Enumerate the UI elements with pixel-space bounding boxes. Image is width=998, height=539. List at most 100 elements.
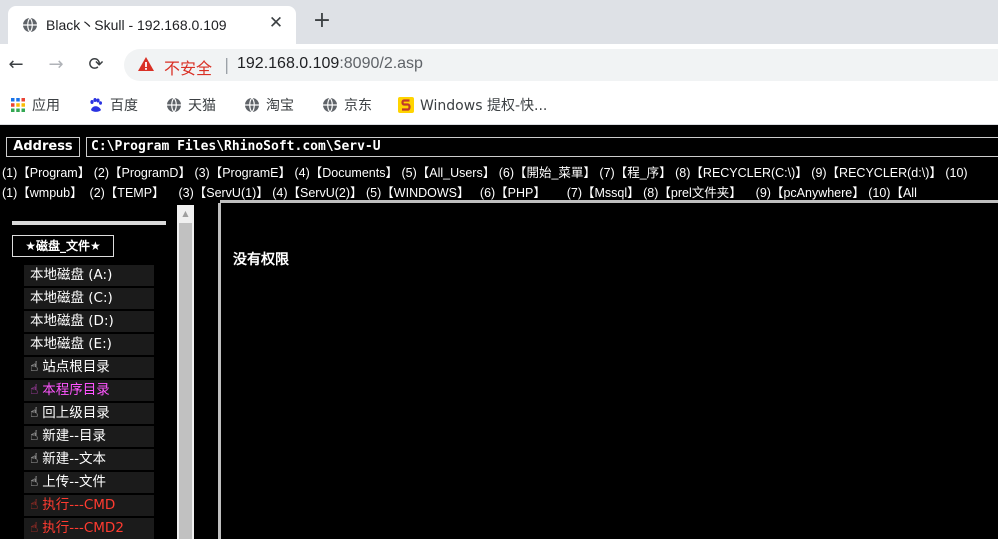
folder-link-programd[interactable]: (2)【ProgramD】 <box>94 166 191 180</box>
warning-triangle-icon[interactable] <box>137 55 155 73</box>
menu-item-label: 回上级目录 <box>42 405 110 421</box>
bookmark-label: 应用 <box>32 98 60 114</box>
divider <box>12 221 166 225</box>
menu-item-label: 本程序目录 <box>42 382 110 398</box>
folder-link-temp[interactable]: (2)【TEMP】 <box>90 186 165 200</box>
bookmark-apps[interactable]: 应用 <box>10 95 60 115</box>
folder-link-all[interactable]: (10)【All <box>868 186 917 200</box>
bookmarks-bar: 应用 百度 天猫 淘宝 京东 Windows 提权-快... <box>0 86 998 125</box>
globe-icon <box>323 97 337 113</box>
omnibox[interactable]: 不安全 | 192.168.0.109:8090/2.asp <box>124 49 998 81</box>
bookmark-windows[interactable]: Windows 提权-快... <box>398 95 547 115</box>
folder-link-prel[interactable]: (8)【prel文件夹】 <box>643 186 742 200</box>
menu-item[interactable]: ☝ 回上级目录 <box>24 403 154 424</box>
left-panel: ★磁盘_文件★ 本地磁盘 (A:) 本地磁盘 (C:) 本地磁盘 (D:) 本地磁盘 … <box>0 205 200 539</box>
menu-item[interactable]: ☝ 执行---CMD2 <box>24 518 154 539</box>
folder-link-recycler-c[interactable]: (8)【RECYCLER(C:\)】 <box>675 166 808 180</box>
bookmark-jd[interactable]: 京东 <box>322 95 372 115</box>
globe-icon <box>245 97 259 113</box>
apps-grid-icon <box>11 98 25 112</box>
folder-link-all-users[interactable]: (5)【All_Users】 <box>401 166 495 180</box>
bookmark-baidu[interactable]: 百度 <box>88 95 138 115</box>
menu-item[interactable]: 本地磁盘 (A:) <box>24 265 154 286</box>
scroll-up-icon[interactable]: ▲ <box>177 205 194 222</box>
close-tab-icon[interactable]: ✕ <box>266 13 286 33</box>
tab-strip: Black丶Skull - 192.168.0.109 ✕ + <box>0 0 998 44</box>
folder-link-windows[interactable]: (5)【WINDOWS】 <box>366 186 469 200</box>
omnibox-separator: | <box>224 55 230 74</box>
menu-item[interactable]: ☝ 站点根目录 <box>24 357 154 378</box>
folder-link-programs[interactable]: (7)【程_序】 <box>599 166 671 180</box>
url-host: 192.168.0.109 <box>237 55 340 72</box>
menu-item-label: 新建--目录 <box>42 428 106 444</box>
menu-item[interactable]: ☝ 上传--文件 <box>24 472 154 493</box>
folder-link-pcanywhere[interactable]: (9)【pcAnywhere】 <box>756 186 865 200</box>
not-secure-label[interactable]: 不安全 <box>164 55 212 79</box>
menu-item-label: 本地磁盘 (A:) <box>30 267 113 283</box>
folder-link-documents[interactable]: (4)【Documents】 <box>294 166 398 180</box>
bookmark-label: 百度 <box>110 98 138 114</box>
browser-tab[interactable]: Black丶Skull - 192.168.0.109 ✕ <box>8 6 296 44</box>
folder-link-wmpub[interactable]: (1)【wmpub】 <box>2 186 83 200</box>
menu-item[interactable]: ☝ 执行---CMD <box>24 495 154 516</box>
pointing-hand-icon: ☝ <box>30 382 39 398</box>
windows-s-icon <box>398 97 414 113</box>
tab-title: Black丶Skull - 192.168.0.109 <box>46 17 227 33</box>
toolbar: ← → ⟳ 不安全 | 192.168.0.109:8090/2.asp <box>0 44 998 86</box>
pointing-hand-icon: ☝ <box>30 474 39 490</box>
menu-item-label: 本地磁盘 (E:) <box>30 336 112 352</box>
address-input[interactable]: C:\Program Files\RhinoSoft.com\Serv-U <box>86 137 998 157</box>
quick-folder-row-1: (1)【Program】 (2)【ProgramD】 (3)【ProgramE】… <box>2 162 968 180</box>
disk-files-header: ★磁盘_文件★ <box>12 235 114 257</box>
menu-item-label: 上传--文件 <box>42 474 106 490</box>
menu-item-label: 本地磁盘 (D:) <box>30 313 114 329</box>
menu-item-label: 执行---CMD <box>42 497 116 513</box>
pointing-hand-icon: ☝ <box>30 405 39 421</box>
forward-button[interactable]: → <box>44 53 68 77</box>
menu-item[interactable]: 本地磁盘 (D:) <box>24 311 154 332</box>
folder-link-10[interactable]: (10) <box>945 166 967 180</box>
pointing-hand-icon: ☝ <box>30 451 39 467</box>
bookmark-tmall[interactable]: 天猫 <box>166 95 216 115</box>
folder-link-recycler-d[interactable]: (9)【RECYCLER(d:\)】 <box>811 166 942 180</box>
globe-icon <box>167 97 181 113</box>
menu-item-label: 本地磁盘 (C:) <box>30 290 113 306</box>
menu-item-label: 新建--文本 <box>42 451 106 467</box>
left-scrollbar[interactable]: ▲ <box>177 205 194 539</box>
globe-icon <box>23 17 37 33</box>
menu-item-label: 站点根目录 <box>42 359 110 375</box>
folder-link-servu-1[interactable]: (3)【ServU(1)】 <box>178 186 268 200</box>
menu-item[interactable]: ☝ 新建--文本 <box>24 449 154 470</box>
bookmark-label: 京东 <box>344 98 372 114</box>
folder-link-servu-2[interactable]: (4)【ServU(2)】 <box>272 186 362 200</box>
address-label: Address <box>6 137 80 157</box>
menu-item-label: 执行---CMD2 <box>42 520 124 536</box>
baidu-paw-icon <box>90 98 102 112</box>
pointing-hand-icon: ☝ <box>30 428 39 444</box>
pointing-hand-icon: ☝ <box>30 520 39 536</box>
menu-item[interactable]: ☝ 新建--目录 <box>24 426 154 447</box>
reload-button[interactable]: ⟳ <box>84 53 108 77</box>
back-button[interactable]: ← <box>4 53 28 77</box>
folder-link-start-menu[interactable]: (6)【開始_菜單】 <box>499 166 596 180</box>
new-tab-button[interactable]: + <box>310 10 334 34</box>
bookmark-label: 天猫 <box>188 98 216 114</box>
url-text[interactable]: 192.168.0.109:8090/2.asp <box>237 55 423 73</box>
bookmark-taobao[interactable]: 淘宝 <box>244 95 294 115</box>
pointing-hand-icon: ☝ <box>30 497 39 513</box>
bookmark-label: 淘宝 <box>266 98 294 114</box>
menu-item[interactable]: 本地磁盘 (E:) <box>24 334 154 355</box>
permission-message: 没有权限 <box>233 252 289 268</box>
menu-item[interactable]: 本地磁盘 (C:) <box>24 288 154 309</box>
scroll-thumb[interactable] <box>179 223 192 539</box>
folder-link-programe[interactable]: (3)【ProgramE】 <box>194 166 291 180</box>
folder-link-mssql[interactable]: (7)【Mssql】 <box>567 186 640 200</box>
url-path: :8090/2.asp <box>339 55 423 72</box>
pointing-hand-icon: ☝ <box>30 359 39 375</box>
quick-folder-row-2: (1)【wmpub】 (2)【TEMP】 (3)【ServU(1)】 (4)【S… <box>2 182 917 200</box>
content-frame: 没有权限 <box>218 203 998 539</box>
bookmark-label: Windows 提权-快... <box>420 98 548 114</box>
menu-item[interactable]: ☝ 本程序目录 <box>24 380 154 401</box>
folder-link-php[interactable]: (6)【PHP】 <box>480 186 546 200</box>
folder-link-program[interactable]: (1)【Program】 <box>2 166 90 180</box>
